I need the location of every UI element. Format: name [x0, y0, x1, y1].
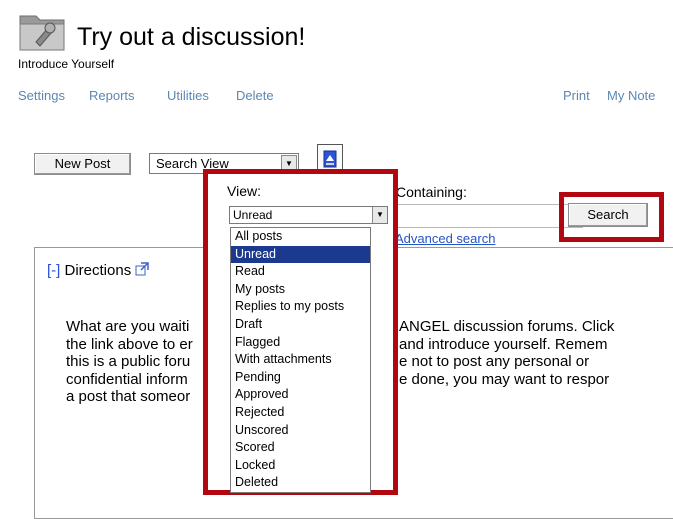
external-link-icon — [135, 262, 150, 276]
containing-label: Containing: — [396, 184, 467, 200]
page-subtitle: Introduce Yourself — [18, 57, 115, 71]
body-line-4-right: e done, you may want to respor — [399, 370, 610, 388]
body-line-3-right: e not to post any personal or — [399, 353, 590, 371]
option-draft[interactable]: Draft — [231, 316, 370, 334]
body-line-2-right: and introduce yourself. Remem — [399, 335, 608, 353]
view-label: View: — [227, 183, 261, 199]
option-my-posts[interactable]: My posts — [231, 281, 370, 299]
directions-heading: Directions — [64, 262, 132, 279]
directions-header: [-] Directions — [47, 262, 150, 279]
settings-link[interactable]: Settings — [18, 88, 65, 103]
option-read[interactable]: Read — [231, 263, 370, 281]
option-with-attachments[interactable]: With attachments — [231, 351, 370, 369]
search-highlight-frame — [559, 192, 664, 242]
collapse-toggle[interactable]: [-] — [47, 262, 60, 279]
body-line-4: confidential inform — [66, 370, 188, 388]
option-deleted[interactable]: Deleted — [231, 474, 370, 492]
utilities-link[interactable]: Utilities — [167, 88, 209, 103]
page-title: Try out a discussion! — [77, 23, 306, 51]
option-pending[interactable]: Pending — [231, 369, 370, 387]
body-line-2: the link above to er — [66, 335, 193, 353]
option-all-posts[interactable]: All posts — [231, 228, 370, 246]
print-link[interactable]: Print — [563, 88, 590, 103]
delete-link[interactable]: Delete — [236, 88, 274, 103]
body-line-5: a post that someor — [66, 388, 191, 406]
my-notes-link[interactable]: My Note — [607, 88, 655, 103]
option-unscored[interactable]: Unscored — [231, 422, 370, 440]
body-line-1-right: ANGEL discussion forums. Click — [399, 318, 615, 335]
reports-link[interactable]: Reports — [89, 88, 135, 103]
discussion-folder-icon — [18, 8, 68, 54]
option-locked[interactable]: Locked — [231, 457, 370, 475]
chevron-down-icon[interactable]: ▼ — [372, 207, 387, 223]
view-options-list[interactable]: All posts Unread Read My posts Replies t… — [230, 227, 371, 493]
view-filter-select[interactable]: Unread ▼ — [229, 206, 388, 224]
body-line-3: this is a public foru — [66, 353, 191, 371]
new-post-button[interactable]: New Post — [34, 153, 131, 175]
option-replies-to-my-posts[interactable]: Replies to my posts — [231, 298, 370, 316]
view-filter-value: Unread — [233, 208, 273, 222]
option-flagged[interactable]: Flagged — [231, 334, 370, 352]
option-approved[interactable]: Approved — [231, 386, 370, 404]
containing-input[interactable] — [392, 204, 583, 228]
option-unread[interactable]: Unread — [231, 245, 370, 264]
option-rejected[interactable]: Rejected — [231, 404, 370, 422]
body-line-1: What are you waiti — [66, 318, 190, 335]
advanced-search-link[interactable]: Advanced search — [395, 231, 495, 246]
option-scored[interactable]: Scored — [231, 439, 370, 457]
